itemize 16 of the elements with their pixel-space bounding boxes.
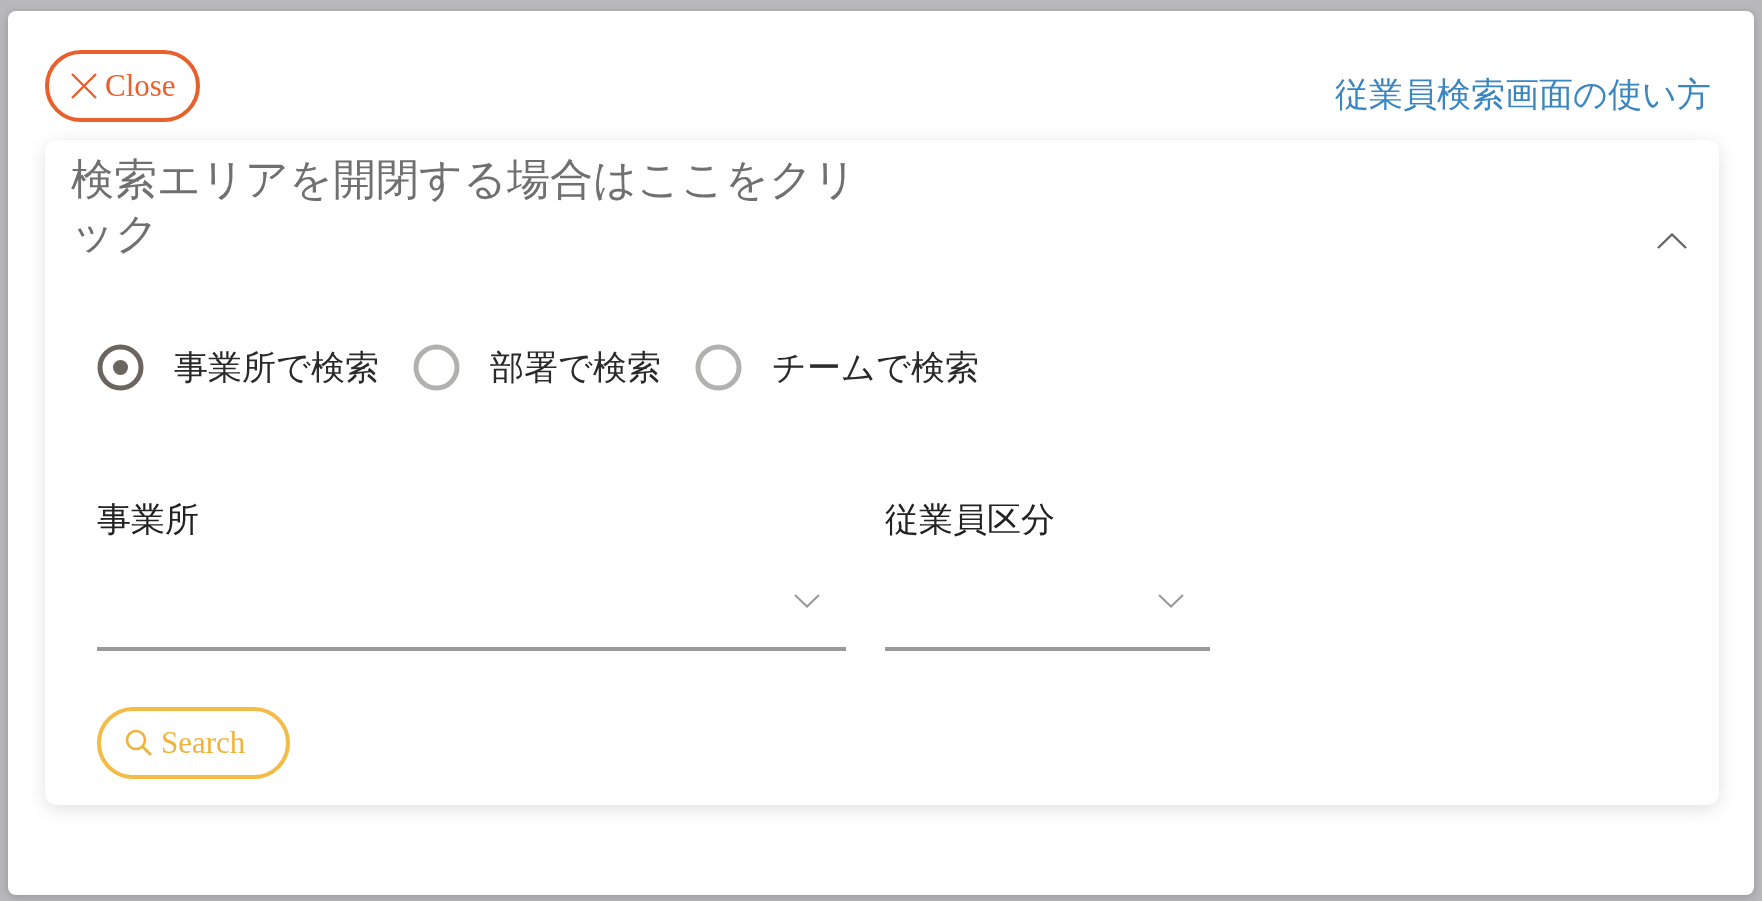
- toggle-text[interactable]: 検索エリアを開閉する場合はここをクリック: [71, 153, 866, 261]
- close-icon: [71, 73, 97, 99]
- radio-option[interactable]: チームで検索: [695, 344, 979, 391]
- field-label: 事業所: [97, 499, 199, 539]
- radio-icon[interactable]: [97, 344, 144, 391]
- search-icon: [125, 729, 153, 757]
- chevron-up-icon[interactable]: [1657, 233, 1687, 249]
- radio-icon[interactable]: [413, 344, 460, 391]
- chevron-down-icon: [1158, 594, 1184, 608]
- radio-option[interactable]: 部署で検索: [413, 344, 661, 391]
- radio-icon[interactable]: [695, 344, 742, 391]
- chevron-down-icon: [794, 594, 820, 608]
- close-button[interactable]: Close: [45, 50, 200, 122]
- radio-option[interactable]: 事業所で検索: [97, 344, 379, 391]
- help-link[interactable]: 従業員検索画面の使い方: [1335, 72, 1711, 118]
- field-label: 従業員区分: [885, 499, 1055, 539]
